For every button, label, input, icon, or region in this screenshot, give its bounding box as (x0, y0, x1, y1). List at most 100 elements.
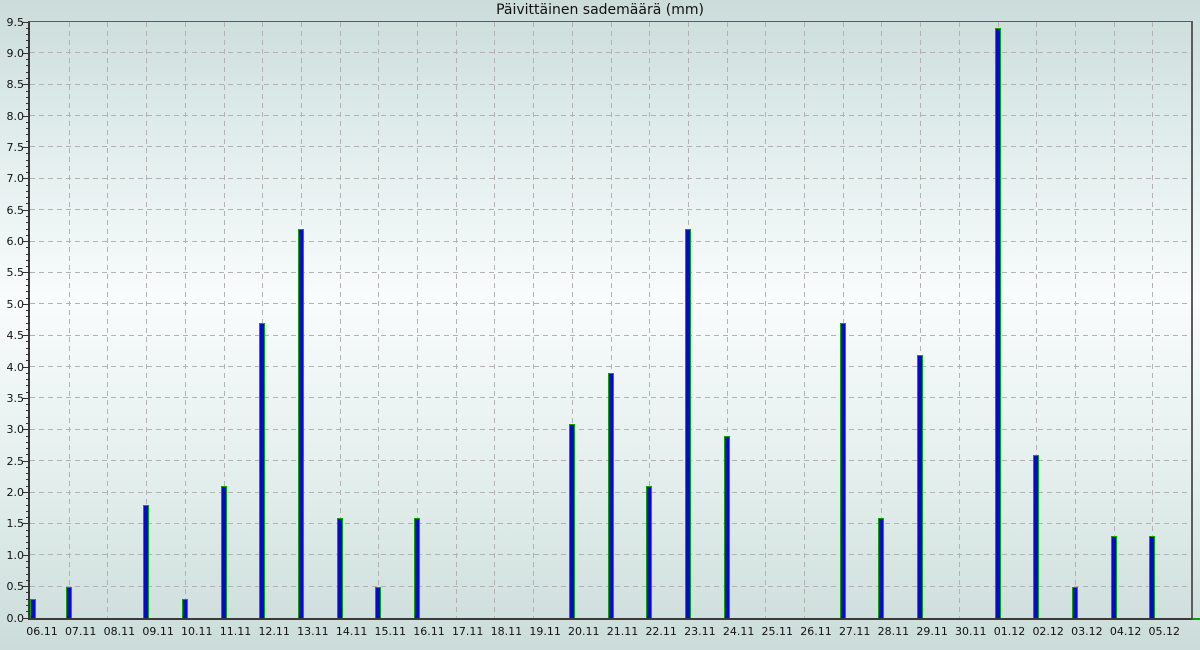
y-minor-tick (26, 329, 30, 330)
y-minor-tick (26, 436, 30, 437)
y-axis-label: 7.0 (2, 172, 24, 185)
y-minor-tick (26, 185, 30, 186)
x-axis-label: 10.11 (175, 625, 219, 638)
y-minor-tick (26, 548, 30, 549)
y-major-tick (23, 586, 30, 587)
v-gridline (804, 22, 805, 618)
v-gridline (69, 22, 70, 618)
y-axis-label: 7.5 (2, 141, 24, 154)
y-axis-label: 2.0 (2, 486, 24, 499)
y-minor-tick (26, 254, 30, 255)
v-gridline (765, 22, 766, 618)
y-minor-tick (26, 279, 30, 280)
y-minor-tick (26, 59, 30, 60)
y-minor-tick (26, 561, 30, 562)
x-axis-label: 22.11 (639, 625, 683, 638)
y-minor-tick (26, 410, 30, 411)
y-minor-tick (26, 310, 30, 311)
y-axis-label: 2.5 (2, 455, 24, 468)
y-major-tick (23, 210, 30, 211)
y-axis-label: 0.0 (2, 612, 24, 625)
y-minor-tick (26, 72, 30, 73)
y-axis-label: 9.0 (2, 47, 24, 60)
x-axis-label: 25.11 (755, 625, 799, 638)
x-axis-label: 18.11 (484, 625, 528, 638)
x-axis-label: 23.11 (678, 625, 722, 638)
y-minor-tick (26, 266, 30, 267)
y-axis-label: 3.0 (2, 423, 24, 436)
y-major-tick (23, 178, 30, 179)
y-major-tick (23, 555, 30, 556)
y-minor-tick (26, 216, 30, 217)
y-minor-tick (26, 473, 30, 474)
y-minor-tick (26, 298, 30, 299)
y-minor-tick (26, 160, 30, 161)
y-minor-tick (26, 28, 30, 29)
y-minor-tick (26, 479, 30, 480)
y-major-tick (23, 492, 30, 493)
x-axis-label: 03.12 (1065, 625, 1109, 638)
y-major-tick (23, 523, 30, 524)
y-minor-tick (26, 567, 30, 568)
x-axis-label: 04.12 (1104, 625, 1148, 638)
bar-13.11 (298, 229, 304, 618)
chart-screenshot: { "chart_data": { "type": "bar", "title"… (0, 0, 1200, 650)
y-major-tick (23, 272, 30, 273)
y-minor-tick (26, 404, 30, 405)
bar-03.12 (1072, 587, 1078, 618)
x-axis-label: 20.11 (562, 625, 606, 638)
y-minor-tick (26, 203, 30, 204)
bar-02.12 (1033, 455, 1039, 618)
y-minor-tick (26, 166, 30, 167)
y-minor-tick (26, 65, 30, 66)
y-axis-label: 1.0 (2, 549, 24, 562)
y-minor-tick (26, 542, 30, 543)
bar-12.11 (259, 323, 265, 618)
bar-16.11 (414, 518, 420, 618)
y-minor-tick (26, 354, 30, 355)
y-minor-tick (26, 191, 30, 192)
bar-05.12 (1149, 536, 1155, 618)
v-gridline (456, 22, 457, 618)
y-minor-tick (26, 316, 30, 317)
y-major-tick (23, 22, 30, 23)
y-minor-tick (26, 580, 30, 581)
y-minor-tick (26, 467, 30, 468)
x-axis-label: 09.11 (136, 625, 180, 638)
y-minor-tick (26, 40, 30, 41)
v-gridline (1114, 22, 1115, 618)
bar-15.11 (375, 587, 381, 618)
bar-14.11 (337, 518, 343, 618)
y-minor-tick (26, 517, 30, 518)
y-minor-tick (26, 530, 30, 531)
y-minor-tick (26, 423, 30, 424)
x-axis-label: 14.11 (330, 625, 374, 638)
y-major-tick (23, 116, 30, 117)
x-axis-label: 29.11 (910, 625, 954, 638)
x-axis-label: 16.11 (407, 625, 451, 638)
bar-10.11 (182, 599, 188, 618)
y-minor-tick (26, 34, 30, 35)
y-minor-tick (26, 235, 30, 236)
y-axis-label: 9.5 (2, 16, 24, 29)
x-axis-label: 08.11 (97, 625, 141, 638)
y-minor-tick (26, 78, 30, 79)
y-major-tick (23, 367, 30, 368)
x-axis-label: 15.11 (368, 625, 412, 638)
v-gridline (107, 22, 108, 618)
x-axis-label: 30.11 (949, 625, 993, 638)
y-minor-tick (26, 247, 30, 248)
y-major-tick (23, 147, 30, 148)
y-minor-tick (26, 153, 30, 154)
y-minor-tick (26, 592, 30, 593)
y-major-tick (23, 53, 30, 54)
y-minor-tick (26, 91, 30, 92)
bar-11.11 (221, 486, 227, 618)
y-minor-tick (26, 574, 30, 575)
y-minor-tick (26, 141, 30, 142)
bar-01.12 (995, 28, 1001, 618)
y-minor-tick (26, 122, 30, 123)
y-major-tick (23, 335, 30, 336)
v-gridline (378, 22, 379, 618)
y-minor-tick (26, 417, 30, 418)
